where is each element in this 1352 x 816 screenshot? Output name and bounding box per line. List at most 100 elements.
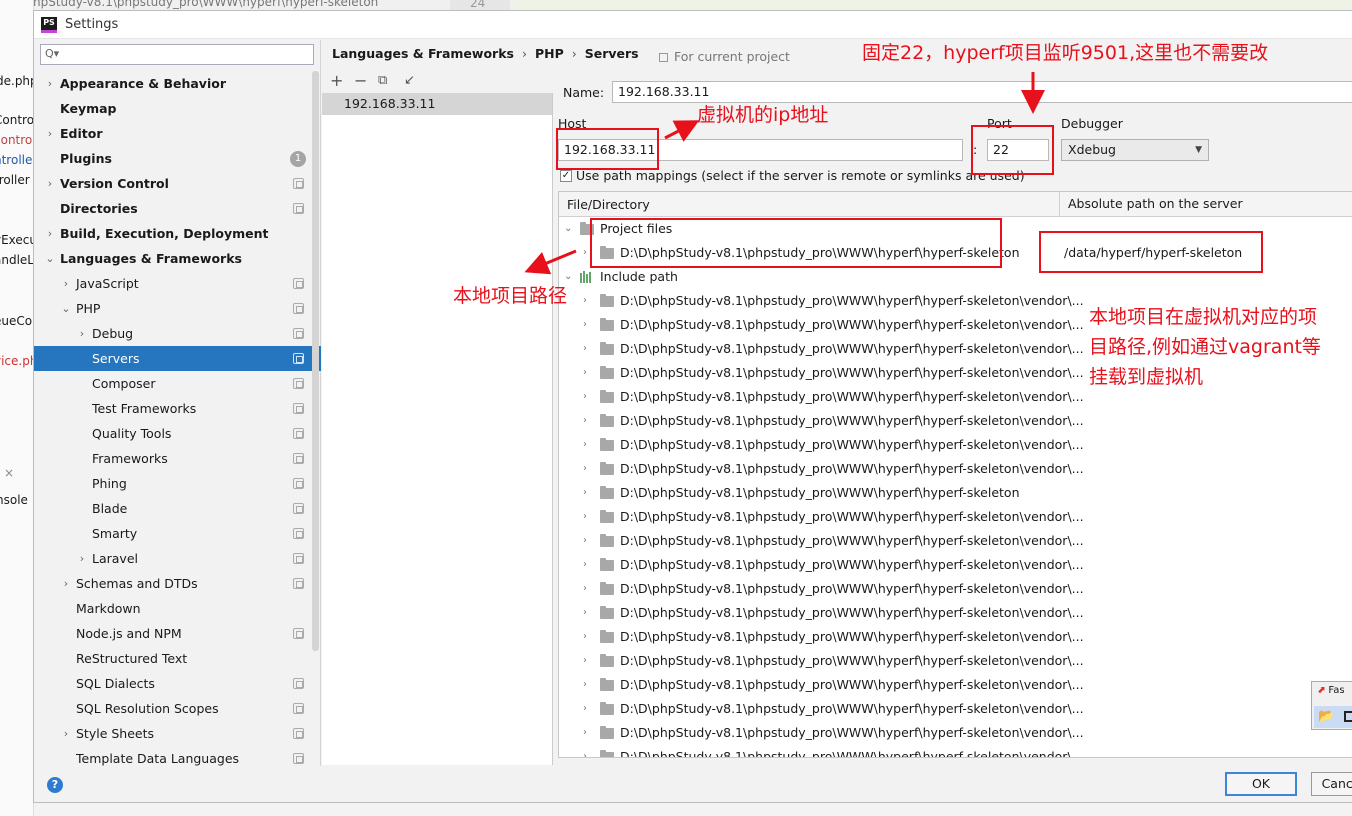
- chevron-right-icon[interactable]: ›: [583, 553, 587, 577]
- table-row[interactable]: › D:\D\phpStudy-v8.1\phpstudy_pro\WWW\hyp…: [559, 625, 1352, 649]
- column-header-file-directory[interactable]: File/Directory: [567, 197, 650, 212]
- ok-button[interactable]: OK: [1225, 772, 1297, 796]
- sidebar-item-php[interactable]: ⌄ PHP: [34, 296, 321, 321]
- chevron-right-icon[interactable]: ›: [583, 409, 587, 433]
- sidebar-item-frameworks[interactable]: Frameworks: [34, 446, 321, 471]
- server-list: 192.168.33.11: [322, 93, 553, 765]
- project-scope-icon: [293, 553, 304, 564]
- phpstorm-logo-icon: PS: [41, 16, 57, 33]
- sidebar-item-quality-tools[interactable]: Quality Tools: [34, 421, 321, 446]
- chevron-down-icon[interactable]: ⌄: [564, 217, 572, 241]
- table-row[interactable]: › D:\D\phpStudy-v8.1\phpstudy_pro\WWW\hyp…: [559, 697, 1352, 721]
- chevron-right-icon[interactable]: ›: [583, 505, 587, 529]
- project-scope-icon: [293, 453, 304, 464]
- sidebar-item-sql-dialects[interactable]: SQL Dialects: [34, 671, 321, 696]
- background-fragment: andleL: [0, 253, 34, 267]
- table-row[interactable]: › D:\D\phpStudy-v8.1\phpstudy_pro\WWW\hyp…: [559, 529, 1352, 553]
- table-row[interactable]: › D:\D\phpStudy-v8.1\phpstudy_pro\WWW\hyp…: [559, 649, 1352, 673]
- chevron-right-icon[interactable]: ›: [583, 721, 587, 745]
- debugger-selected-value: Xdebug: [1068, 142, 1116, 157]
- server-name-input[interactable]: 192.168.33.11: [612, 81, 1352, 103]
- server-list-toolbar: + − ⧉ ↙: [322, 71, 553, 93]
- chevron-right-icon[interactable]: ›: [583, 673, 587, 697]
- folder-icon: [600, 414, 614, 427]
- include-path-entry: D:\D\phpStudy-v8.1\phpstudy_pro\WWW\hype…: [620, 509, 1084, 524]
- table-row[interactable]: › D:\D\phpStudy-v8.1\phpstudy_pro\WWW\hyp…: [559, 505, 1352, 529]
- chevron-right-icon[interactable]: ›: [583, 601, 587, 625]
- sidebar-item-version-control[interactable]: › Version Control: [34, 171, 321, 196]
- table-row[interactable]: › D:\D\phpStudy-v8.1\phpstudy_pro\WWW\hyp…: [559, 721, 1352, 745]
- sidebar-item-smarty[interactable]: Smarty: [34, 521, 321, 546]
- chevron-right-icon[interactable]: ›: [583, 745, 587, 757]
- sidebar-item-restructured-text[interactable]: ReStructured Text: [34, 646, 321, 671]
- import-server-icon[interactable]: ↙: [404, 73, 415, 88]
- chevron-right-icon[interactable]: ›: [583, 625, 587, 649]
- sidebar-item-schemas-dtds[interactable]: › Schemas and DTDs: [34, 571, 321, 596]
- sidebar-item-phing[interactable]: Phing: [34, 471, 321, 496]
- table-row[interactable]: › D:\D\phpStudy-v8.1\phpstudy_pro\WWW\hyp…: [559, 481, 1352, 505]
- sidebar-item-appearance[interactable]: › Appearance & Behavior: [34, 71, 321, 96]
- chevron-right-icon[interactable]: ›: [583, 337, 587, 361]
- sidebar-item-markdown[interactable]: Markdown: [34, 596, 321, 621]
- open-folder-icon[interactable]: 📂: [1318, 709, 1334, 724]
- table-row[interactable]: › D:\D\phpStudy-v8.1\phpstudy_pro\WWW\hyp…: [559, 577, 1352, 601]
- add-server-icon[interactable]: +: [330, 71, 343, 90]
- table-row[interactable]: › D:\D\phpStudy-v8.1\phpstudy_pro\WWW\hyp…: [559, 601, 1352, 625]
- copy-server-icon[interactable]: ⧉: [378, 73, 387, 88]
- table-row[interactable]: › D:\D\phpStudy-v8.1\phpstudy_pro\WWW\hyp…: [559, 745, 1352, 757]
- table-row[interactable]: › D:\D\phpStudy-v8.1\phpstudy_pro\WWW\hyp…: [559, 409, 1352, 433]
- chevron-right-icon[interactable]: ›: [583, 241, 587, 265]
- use-path-mappings-checkbox[interactable]: ✓: [560, 170, 572, 182]
- sidebar-item-nodejs-npm[interactable]: Node.js and NPM: [34, 621, 321, 646]
- chevron-right-icon[interactable]: ›: [583, 529, 587, 553]
- chevron-right-icon[interactable]: ›: [583, 481, 587, 505]
- folder-icon: [600, 438, 614, 451]
- chevron-right-icon[interactable]: ›: [583, 361, 587, 385]
- sidebar-item-template-data-languages[interactable]: Template Data Languages: [34, 746, 321, 771]
- sidebar-item-debug[interactable]: › Debug: [34, 321, 321, 346]
- server-list-item[interactable]: 192.168.33.11: [322, 93, 552, 115]
- sidebar-item-editor[interactable]: › Editor: [34, 121, 321, 146]
- chevron-right-icon[interactable]: ›: [583, 385, 587, 409]
- search-icon: Q▾: [45, 47, 60, 60]
- sidebar-item-keymap[interactable]: Keymap: [34, 96, 321, 121]
- sidebar-item-test-frameworks[interactable]: Test Frameworks: [34, 396, 321, 421]
- table-row[interactable]: › D:\D\phpStudy-v8.1\phpstudy_pro\WWW\hyp…: [559, 673, 1352, 697]
- sidebar-scrollbar[interactable]: [312, 71, 319, 651]
- include-path-entry: D:\D\phpStudy-v8.1\phpstudy_pro\WWW\hype…: [620, 413, 1084, 428]
- settings-search-input[interactable]: Q▾: [40, 44, 314, 65]
- background-close-icon[interactable]: ×: [4, 466, 14, 480]
- sidebar-item-style-sheets[interactable]: › Style Sheets: [34, 721, 321, 746]
- sidebar-item-composer[interactable]: Composer: [34, 371, 321, 396]
- debugger-select[interactable]: Xdebug ▼: [1061, 139, 1209, 161]
- sidebar-item-directories[interactable]: Directories: [34, 196, 321, 221]
- sidebar-item-build[interactable]: › Build, Execution, Deployment: [34, 221, 321, 246]
- sidebar-item-plugins[interactable]: Plugins 1: [34, 146, 321, 171]
- sidebar-item-laravel[interactable]: › Laravel: [34, 546, 321, 571]
- chevron-right-icon[interactable]: ›: [583, 457, 587, 481]
- sidebar-item-javascript[interactable]: › JavaScript: [34, 271, 321, 296]
- bracket-icon[interactable]: [1344, 711, 1352, 722]
- chevron-right-icon[interactable]: ›: [583, 697, 587, 721]
- column-header-absolute-path[interactable]: Absolute path on the server: [1059, 192, 1243, 217]
- sidebar-item-servers[interactable]: Servers: [34, 346, 321, 371]
- chevron-down-icon: ▼: [1195, 145, 1202, 155]
- chevron-right-icon[interactable]: ›: [583, 649, 587, 673]
- sidebar-item-blade[interactable]: Blade: [34, 496, 321, 521]
- background-editor-stripe: [514, 0, 1352, 10]
- remove-server-icon[interactable]: −: [354, 71, 367, 90]
- sidebar-item-languages-frameworks[interactable]: ⌄ Languages & Frameworks: [34, 246, 321, 271]
- help-icon[interactable]: ?: [47, 777, 63, 793]
- project-scope-icon: [293, 328, 304, 339]
- folder-icon: [600, 486, 614, 499]
- chevron-right-icon[interactable]: ›: [583, 313, 587, 337]
- chevron-right-icon[interactable]: ›: [583, 577, 587, 601]
- table-row[interactable]: › D:\D\phpStudy-v8.1\phpstudy_pro\WWW\hyp…: [559, 433, 1352, 457]
- table-row[interactable]: › D:\D\phpStudy-v8.1\phpstudy_pro\WWW\hyp…: [559, 553, 1352, 577]
- cancel-button[interactable]: Cance: [1311, 772, 1352, 796]
- sidebar-item-sql-resolution-scopes[interactable]: SQL Resolution Scopes: [34, 696, 321, 721]
- project-scope-icon: [293, 353, 304, 364]
- chevron-right-icon[interactable]: ›: [583, 433, 587, 457]
- table-row[interactable]: › D:\D\phpStudy-v8.1\phpstudy_pro\WWW\hyp…: [559, 457, 1352, 481]
- chevron-right-icon[interactable]: ›: [583, 289, 587, 313]
